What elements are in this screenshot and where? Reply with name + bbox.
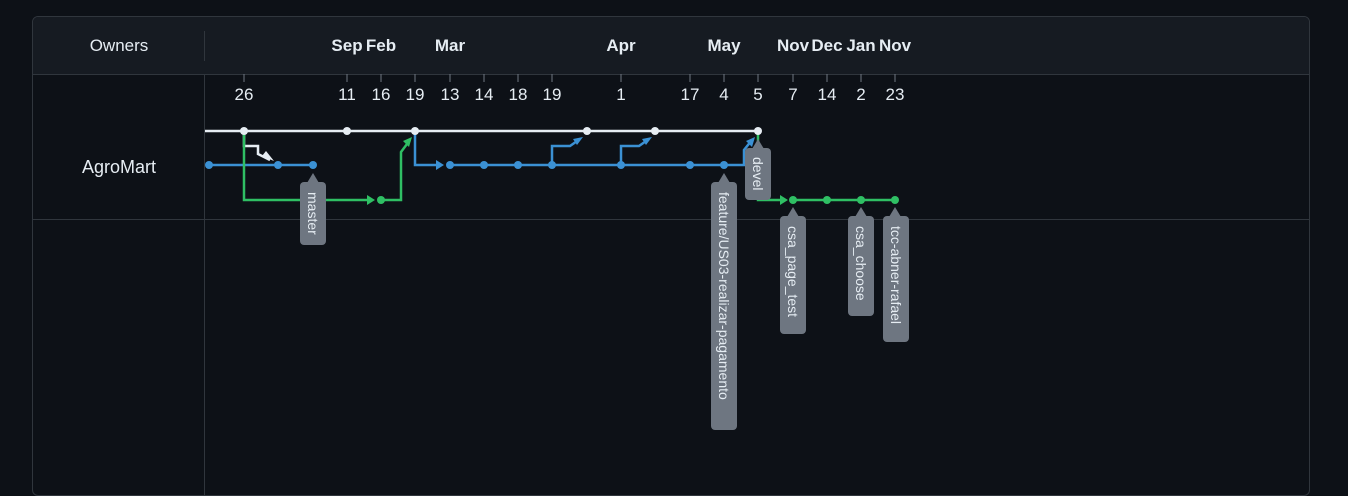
arrowheads	[262, 137, 788, 205]
month-label: Dec	[811, 36, 842, 55]
day-label: 4	[719, 85, 728, 104]
tag-pointer	[718, 173, 730, 183]
commit-dot[interactable]	[411, 127, 419, 135]
day-label: 17	[681, 85, 700, 104]
month-label: Apr	[606, 36, 636, 55]
commit-dot[interactable]	[754, 127, 762, 135]
tag-pointer	[787, 207, 799, 217]
branch-tag-tcc-abner-rafael[interactable]: tcc-abner-rafael	[883, 207, 909, 342]
day-label: 7	[788, 85, 797, 104]
commit-dot[interactable]	[583, 127, 591, 135]
month-label: Feb	[366, 36, 396, 55]
tag-pointer	[889, 207, 901, 217]
commit-dot[interactable]	[651, 127, 659, 135]
branch-tag-label: master	[305, 192, 321, 235]
tag-pointer	[307, 173, 319, 183]
commit-dot[interactable]	[823, 196, 831, 204]
branch-tag-master[interactable]: master	[300, 173, 326, 245]
blue-branch-fork	[413, 131, 440, 167]
commit-dot[interactable]	[343, 127, 351, 135]
day-label: 14	[818, 85, 837, 104]
day-label: 5	[753, 85, 762, 104]
day-label: 1	[616, 85, 625, 104]
month-labels: Sep Feb Mar Apr May Nov Dec Jan Nov	[331, 36, 911, 55]
commit-dot[interactable]	[205, 161, 213, 169]
branch-tag-label: csa_choose	[853, 226, 869, 301]
branch-tag-label: tcc-abner-rafael	[888, 226, 904, 324]
commit-dot[interactable]	[857, 196, 865, 204]
month-label: Nov	[879, 36, 912, 55]
commit-dot[interactable]	[891, 196, 899, 204]
tag-pointer	[855, 207, 867, 217]
month-label: Mar	[435, 36, 466, 55]
branch-graph: Sep Feb Mar Apr May Nov Dec Jan Nov 26 1…	[205, 36, 912, 430]
day-label: 26	[235, 85, 254, 104]
month-label: Jan	[846, 36, 875, 55]
commit-dot[interactable]	[480, 161, 488, 169]
commit-dot[interactable]	[686, 161, 694, 169]
day-label: 18	[509, 85, 528, 104]
commit-dot[interactable]	[514, 161, 522, 169]
commit-dot[interactable]	[617, 161, 625, 169]
commit-dot[interactable]	[240, 127, 248, 135]
arrow-icon	[780, 195, 788, 205]
arrow-icon	[436, 160, 444, 170]
month-label: Nov	[777, 36, 810, 55]
branch-tag-csa-choose[interactable]: csa_choose	[848, 207, 874, 316]
commit-dot[interactable]	[548, 161, 556, 169]
branch-tag-label: feature/US03-realizar-pagamento	[716, 192, 732, 400]
tick-marks	[243, 74, 896, 82]
arrow-icon	[367, 195, 375, 205]
day-label: 13	[441, 85, 460, 104]
branch-tag-label: csa_page_test	[785, 226, 801, 317]
month-label: Sep	[331, 36, 362, 55]
branch-tag-label: devel	[750, 157, 766, 190]
branch-tag-csa-page-test[interactable]: csa_page_test	[780, 207, 806, 334]
month-label: May	[707, 36, 741, 55]
day-label: 16	[372, 85, 391, 104]
green-branch-merge	[381, 139, 411, 202]
day-label: 2	[856, 85, 865, 104]
commit-dot[interactable]	[377, 196, 385, 204]
commit-dot[interactable]	[446, 161, 454, 169]
commit-dot[interactable]	[274, 161, 282, 169]
day-labels: 26 11 16 19 13 14 18 19 1 17 4 5 7 14 2 …	[235, 85, 905, 104]
branch-tag-devel[interactable]: devel	[745, 139, 771, 200]
day-label: 19	[406, 85, 425, 104]
commit-dot[interactable]	[789, 196, 797, 204]
commit-dot[interactable]	[720, 161, 728, 169]
day-label: 23	[886, 85, 905, 104]
commit-dot[interactable]	[309, 161, 317, 169]
day-label: 19	[543, 85, 562, 104]
day-label: 11	[338, 85, 356, 104]
branch-tag-feature[interactable]: feature/US03-realizar-pagamento	[711, 173, 737, 430]
day-label: 14	[475, 85, 494, 104]
